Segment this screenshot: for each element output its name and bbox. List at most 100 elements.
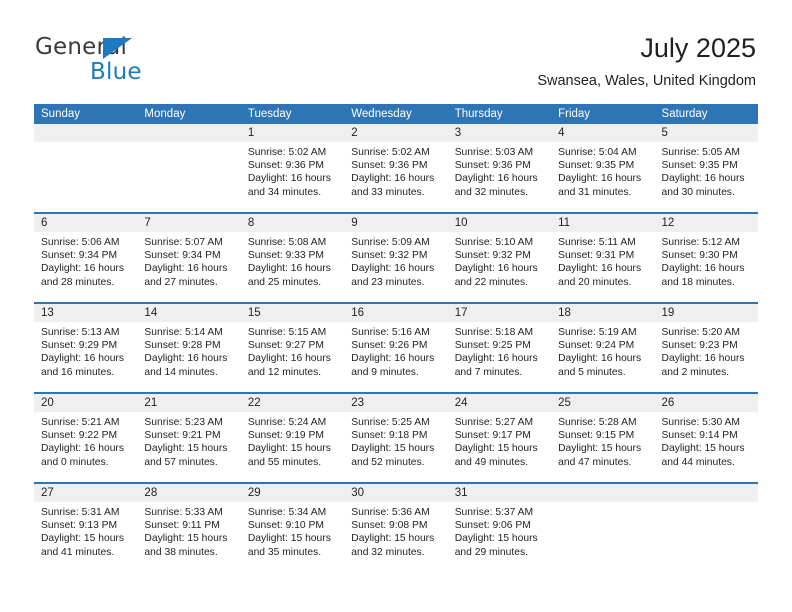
day-number: 20 (41, 397, 54, 409)
daylight-text: Daylight: 16 hours and 9 minutes. (351, 353, 435, 378)
day-cell[interactable]: 31 Sunrise: 5:37 AM Sunset: 9:06 PM Dayligh… (447, 484, 552, 572)
day-number-band: 28 (137, 484, 241, 502)
day-cell[interactable]: 17 Sunrise: 5:18 AM Sunset: 9:25 PM Dayligh… (447, 304, 552, 392)
day-cell-empty (551, 484, 655, 572)
sunrise-text: Sunrise: 5:31 AM (41, 507, 120, 518)
day-number: 14 (144, 307, 158, 319)
day-number: 29 (247, 487, 261, 499)
sunset-text: Sunset: 9:33 PM (247, 250, 324, 262)
day-details: Sunrise: 5:27 AM Sunset: 9:17 PM Daylight:… (448, 412, 551, 469)
day-cell[interactable]: 18 Sunrise: 5:19 AM Sunset: 9:24 PM Dayligh… (551, 304, 655, 392)
weekday-header-monday: Monday (144, 108, 186, 120)
sunset-text: Sunset: 9:22 PM (41, 430, 118, 442)
daylight-text: Daylight: 16 hours and 22 minutes. (454, 263, 538, 288)
day-number-band: 19 (654, 304, 758, 322)
sunset-text: Sunset: 9:28 PM (144, 340, 221, 352)
day-cell[interactable]: 1 Sunrise: 5:02 AM Sunset: 9:36 PM Daylight… (240, 124, 345, 212)
day-number: 8 (247, 217, 255, 229)
day-details: Sunrise: 5:33 AM Sunset: 9:11 PM Daylight:… (137, 502, 240, 559)
day-cell[interactable]: 13 Sunrise: 5:13 AM Sunset: 9:29 PM Dayligh… (34, 304, 138, 392)
day-cell[interactable]: 25 Sunrise: 5:28 AM Sunset: 9:15 PM Dayligh… (551, 394, 655, 482)
day-number: 13 (41, 307, 54, 319)
day-cell[interactable]: 14 Sunrise: 5:14 AM Sunset: 9:28 PM Dayligh… (137, 304, 241, 392)
calendar-week-row: 6 Sunrise: 5:06 AM Sunset: 9:34 PM Daylight… (34, 212, 758, 302)
day-cell[interactable]: 5 Sunrise: 5:05 AM Sunset: 9:35 PM Daylight… (654, 124, 758, 212)
day-cell[interactable]: 22 Sunrise: 5:24 AM Sunset: 9:19 PM Dayligh… (240, 394, 345, 482)
day-details: Sunrise: 5:03 AM Sunset: 9:36 PM Daylight:… (448, 142, 551, 199)
sunset-text: Sunset: 9:30 PM (661, 250, 738, 262)
day-cell[interactable]: 21 Sunrise: 5:23 AM Sunset: 9:21 PM Dayligh… (137, 394, 241, 482)
day-cell[interactable]: 6 Sunrise: 5:06 AM Sunset: 9:34 PM Daylight… (34, 214, 138, 302)
day-cell[interactable]: 27 Sunrise: 5:31 AM Sunset: 9:13 PM Dayligh… (34, 484, 138, 572)
sunrise-text: Sunrise: 5:25 AM (351, 417, 430, 428)
day-number: 18 (558, 307, 571, 319)
day-number-band: 20 (34, 394, 138, 412)
daylight-text: Daylight: 16 hours and 5 minutes. (558, 353, 642, 378)
day-details: Sunrise: 5:25 AM Sunset: 9:18 PM Daylight:… (344, 412, 447, 469)
sunset-text: Sunset: 9:34 PM (144, 250, 221, 262)
daylight-text: Daylight: 15 hours and 32 minutes. (351, 533, 435, 558)
day-number: 15 (247, 307, 261, 319)
sunset-text: Sunset: 9:25 PM (454, 340, 531, 352)
daylight-text: Daylight: 16 hours and 12 minutes. (247, 353, 331, 378)
day-cell[interactable]: 29 Sunrise: 5:34 AM Sunset: 9:10 PM Dayligh… (240, 484, 345, 572)
day-cell[interactable]: 26 Sunrise: 5:30 AM Sunset: 9:14 PM Dayligh… (654, 394, 758, 482)
day-details: Sunrise: 5:36 AM Sunset: 9:08 PM Daylight:… (344, 502, 447, 559)
day-cell[interactable]: 10 Sunrise: 5:10 AM Sunset: 9:32 PM Dayligh… (447, 214, 552, 302)
daylight-text: Daylight: 16 hours and 16 minutes. (41, 353, 124, 378)
day-number-band: 6 (34, 214, 138, 232)
day-number-band: 3 (447, 124, 552, 142)
day-number-band: 8 (240, 214, 345, 232)
day-number-band: 27 (34, 484, 138, 502)
day-cell[interactable]: 20 Sunrise: 5:21 AM Sunset: 9:22 PM Dayligh… (34, 394, 138, 482)
day-cell[interactable]: 28 Sunrise: 5:33 AM Sunset: 9:11 PM Dayligh… (137, 484, 241, 572)
day-details: Sunrise: 5:13 AM Sunset: 9:29 PM Daylight:… (34, 322, 137, 379)
sunset-text: Sunset: 9:06 PM (454, 520, 531, 532)
day-details: Sunrise: 5:09 AM Sunset: 9:32 PM Daylight:… (344, 232, 447, 289)
day-cell[interactable]: 4 Sunrise: 5:04 AM Sunset: 9:35 PM Daylight… (551, 124, 655, 212)
page-subtitle: Swansea, Wales, United Kingdom (537, 73, 756, 89)
sunrise-text: Sunrise: 5:07 AM (144, 237, 223, 248)
daylight-text: Daylight: 16 hours and 30 minutes. (661, 173, 745, 198)
sunrise-text: Sunrise: 5:11 AM (558, 237, 636, 248)
day-cell[interactable]: 9 Sunrise: 5:09 AM Sunset: 9:32 PM Daylight… (344, 214, 448, 302)
day-cell[interactable]: 12 Sunrise: 5:12 AM Sunset: 9:30 PM Dayligh… (654, 214, 758, 302)
sunset-text: Sunset: 9:36 PM (454, 160, 531, 172)
day-number: 3 (454, 127, 462, 139)
sunset-text: Sunset: 9:27 PM (247, 340, 324, 352)
day-cell[interactable]: 24 Sunrise: 5:27 AM Sunset: 9:17 PM Dayligh… (447, 394, 552, 482)
day-cell[interactable]: 11 Sunrise: 5:11 AM Sunset: 9:31 PM Dayligh… (551, 214, 655, 302)
day-details: Sunrise: 5:31 AM Sunset: 9:13 PM Daylight:… (34, 502, 137, 559)
daylight-text: Daylight: 15 hours and 29 minutes. (454, 533, 538, 558)
day-cell[interactable]: 2 Sunrise: 5:02 AM Sunset: 9:36 PM Daylight… (344, 124, 448, 212)
day-number: 19 (661, 307, 675, 319)
day-details: Sunrise: 5:08 AM Sunset: 9:33 PM Daylight:… (241, 232, 344, 289)
day-number-band: 18 (551, 304, 655, 322)
daylight-text: Daylight: 16 hours and 33 minutes. (351, 173, 435, 198)
day-cell[interactable]: 19 Sunrise: 5:20 AM Sunset: 9:23 PM Dayligh… (654, 304, 758, 392)
sunset-text: Sunset: 9:21 PM (144, 430, 221, 442)
day-cell[interactable]: 23 Sunrise: 5:25 AM Sunset: 9:18 PM Dayligh… (344, 394, 448, 482)
sunrise-text: Sunrise: 5:19 AM (558, 327, 637, 338)
calendar-weeks: 1 Sunrise: 5:02 AM Sunset: 9:36 PM Daylight… (34, 124, 758, 572)
day-number-band: 1 (240, 124, 345, 142)
day-cell[interactable]: 7 Sunrise: 5:07 AM Sunset: 9:34 PM Daylight… (137, 214, 241, 302)
sunrise-text: Sunrise: 5:09 AM (351, 237, 430, 248)
sunrise-text: Sunrise: 5:30 AM (661, 417, 740, 428)
day-cell[interactable]: 8 Sunrise: 5:08 AM Sunset: 9:33 PM Daylight… (240, 214, 345, 302)
sunrise-text: Sunrise: 5:34 AM (247, 507, 327, 518)
sunrise-text: Sunrise: 5:15 AM (247, 327, 327, 338)
daylight-text: Daylight: 15 hours and 38 minutes. (144, 533, 228, 558)
day-cell[interactable]: 30 Sunrise: 5:36 AM Sunset: 9:08 PM Dayligh… (344, 484, 448, 572)
sunset-text: Sunset: 9:35 PM (661, 160, 738, 172)
day-details: Sunrise: 5:02 AM Sunset: 9:36 PM Daylight:… (344, 142, 447, 199)
day-number: 31 (454, 487, 468, 499)
day-cell[interactable]: 16 Sunrise: 5:16 AM Sunset: 9:26 PM Dayligh… (344, 304, 448, 392)
calendar-page: General Blue July 2025 Swansea, Wales, U… (0, 0, 792, 612)
day-cell[interactable]: 15 Sunrise: 5:15 AM Sunset: 9:27 PM Dayligh… (240, 304, 345, 392)
day-cell[interactable]: 3 Sunrise: 5:03 AM Sunset: 9:36 PM Daylight… (447, 124, 552, 212)
sunset-text: Sunset: 9:32 PM (454, 250, 531, 262)
daylight-text: Daylight: 15 hours and 55 minutes. (247, 443, 331, 468)
sunset-text: Sunset: 9:34 PM (41, 250, 118, 262)
sunset-text: Sunset: 9:17 PM (454, 430, 531, 442)
